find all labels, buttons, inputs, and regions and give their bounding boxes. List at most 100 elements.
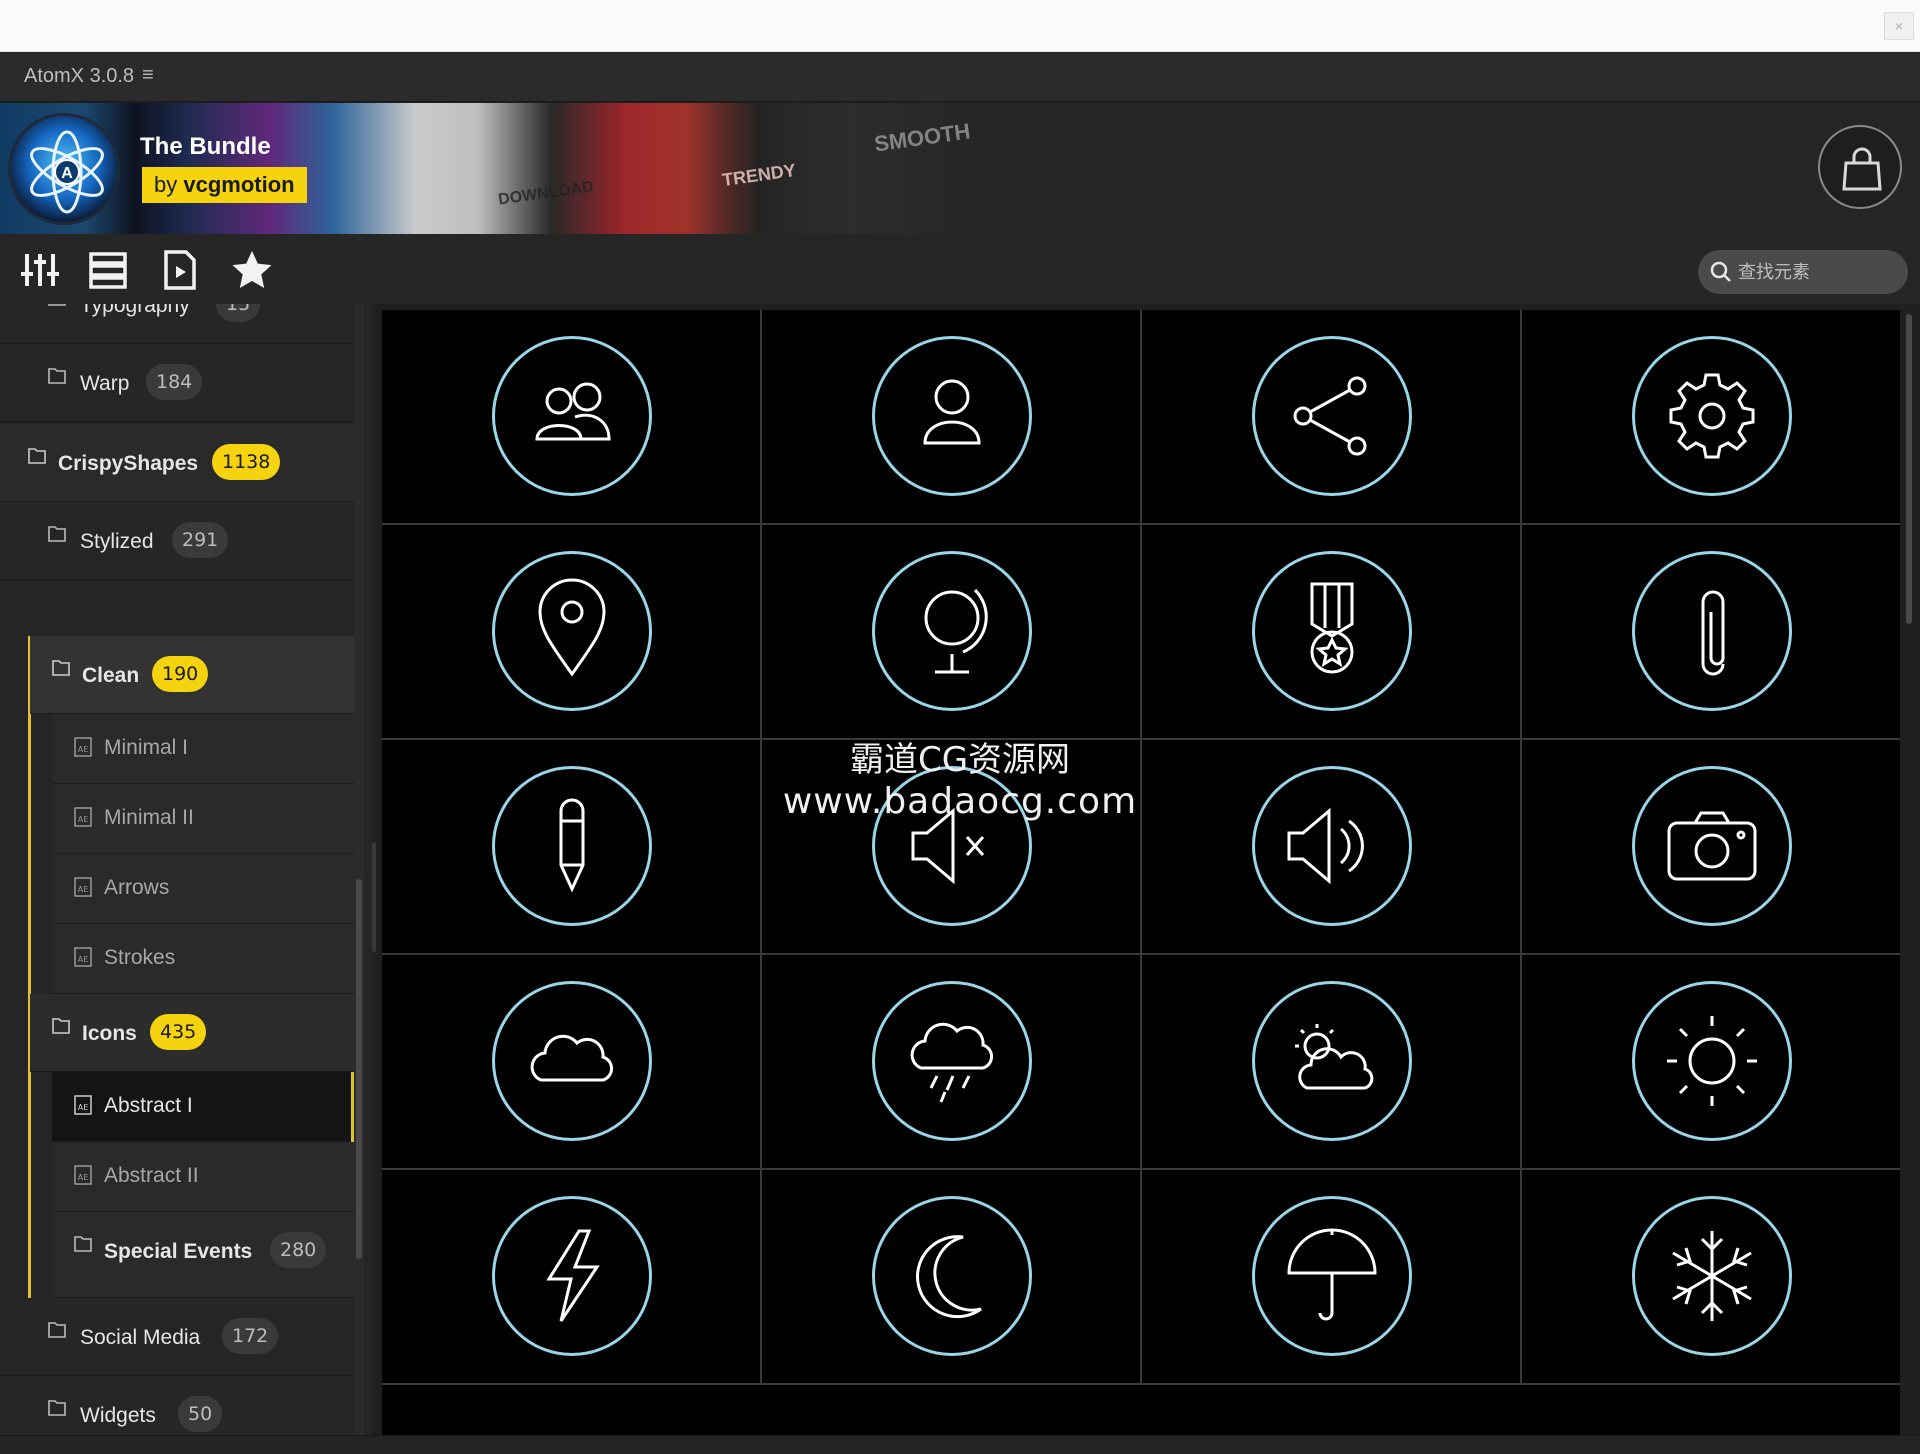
grid-item[interactable]	[382, 310, 762, 525]
sidebar-item-arrows[interactable]: AE Arrows	[52, 854, 354, 924]
gear-icon	[1669, 373, 1755, 459]
location-pin-icon	[538, 578, 606, 677]
sidebar-item-stylized[interactable]: Stylized 291	[0, 502, 354, 580]
search-icon	[1710, 261, 1731, 282]
sidebar-item-warp[interactable]: Warp 184	[0, 344, 354, 422]
scrollbar-thumb[interactable]	[1906, 314, 1912, 624]
sidebar-item-label: Social Media	[80, 1326, 201, 1349]
grid-item[interactable]	[1522, 310, 1900, 525]
video-file-icon	[164, 250, 196, 290]
svg-text:A: A	[61, 165, 73, 182]
grid-item[interactable]	[382, 740, 762, 955]
sliders-icon	[21, 254, 59, 286]
grid-item[interactable]	[382, 525, 762, 740]
medal-icon	[1310, 582, 1354, 674]
icon-grid	[382, 310, 1900, 1435]
bundle-title: The Bundle	[140, 133, 271, 160]
rain-icon	[910, 1022, 993, 1103]
volume-icon	[1287, 807, 1364, 885]
grid-item[interactable]	[1522, 525, 1900, 740]
list-icon	[89, 252, 127, 289]
sidebar-item-label: Clean	[82, 664, 140, 687]
os-title-strip: ×	[0, 0, 1920, 52]
folder-icon	[48, 1322, 66, 1338]
sidebar-item-minimal-ii[interactable]: AE Minimal II	[52, 784, 354, 854]
lightning-icon	[546, 1229, 600, 1322]
grid-item[interactable]	[762, 1170, 1142, 1385]
grid-item[interactable]	[1522, 1170, 1900, 1385]
grid-item[interactable]	[1522, 955, 1900, 1170]
search-box[interactable]	[1698, 250, 1908, 294]
grid-scrollbar[interactable]	[1902, 310, 1916, 1435]
title-bar: AtomX 3.0.8 ≡	[0, 52, 1920, 102]
sidebar-item-label: Minimal I	[104, 736, 189, 759]
sidebar-item-label: Abstract II	[104, 1164, 199, 1187]
count-badge: 291	[172, 522, 229, 558]
grid-item[interactable]	[1522, 740, 1900, 955]
sidebar-item-label: Minimal II	[104, 806, 194, 829]
atom-logo-icon: A	[30, 130, 104, 214]
list-view-button[interactable]	[86, 248, 130, 292]
share-icon	[1293, 376, 1367, 456]
search-input[interactable]	[1738, 250, 1898, 294]
sidebar-item-minimal-i[interactable]: AE Minimal I	[52, 714, 354, 784]
sidebar-item-crispyshapes[interactable]: CrispyShapes 1138	[0, 424, 354, 502]
sidebar-item-label: CrispyShapes	[58, 452, 199, 475]
globe-icon	[924, 588, 988, 674]
sidebar-item-label: Abstract I	[104, 1094, 193, 1117]
sun-icon	[1667, 1016, 1757, 1106]
count-badge: 1138	[212, 444, 281, 480]
paperclip-icon	[1701, 590, 1725, 676]
folder-icon	[48, 1400, 66, 1416]
favorites-button[interactable]	[230, 248, 274, 292]
scrollbar-thumb[interactable]	[356, 879, 362, 1259]
sidebar-item-abstract-i[interactable]: AE Abstract I	[52, 1072, 354, 1142]
atomx-logo: A	[8, 113, 120, 225]
status-bar	[0, 1435, 1920, 1454]
sidebar-item-typography[interactable]: Typography 15	[0, 304, 354, 344]
cloud-icon	[530, 1034, 613, 1082]
count-badge: 50	[178, 1396, 223, 1432]
ae-file-icon: AE	[74, 947, 92, 967]
grid-item[interactable]	[762, 955, 1142, 1170]
sidebar-scrollbar[interactable]	[354, 304, 364, 1435]
sidebar-item-label: Warp	[80, 372, 130, 395]
media-files-button[interactable]	[158, 248, 202, 292]
app-title: AtomX 3.0.8	[24, 65, 135, 87]
sidebar-item-clean[interactable]: Clean 190	[30, 636, 354, 714]
by-prefix: by	[154, 172, 178, 197]
users-icon	[535, 382, 611, 441]
sidebar-item-widgets[interactable]: Widgets 50	[0, 1376, 354, 1435]
grid-item[interactable]	[762, 310, 1142, 525]
filters-button[interactable]	[18, 248, 62, 292]
hamburger-menu-icon[interactable]: ≡	[142, 64, 154, 87]
grid-item[interactable]	[382, 1170, 762, 1385]
svg-text:AE: AE	[78, 1103, 89, 1112]
sidebar-item-special-events[interactable]: Special Events 280	[52, 1212, 354, 1298]
window-close-button[interactable]: ×	[1884, 12, 1914, 40]
snowflake-icon	[1672, 1231, 1752, 1321]
sidebar-item-label: Icons	[82, 1022, 137, 1045]
svg-text:AE: AE	[78, 815, 89, 824]
grid-item[interactable]	[1142, 1170, 1522, 1385]
watermark-line: 霸道CG资源网	[849, 740, 1071, 780]
grid-item[interactable]	[382, 955, 762, 1170]
grid-item[interactable]	[1142, 525, 1522, 740]
bundle-banner[interactable]: DOWNLOAD TRENDY SMOOTH A The Bundle by v…	[0, 103, 1920, 234]
grid-item[interactable]	[1142, 310, 1522, 525]
sidebar-item-social-media[interactable]: Social Media 172	[0, 1298, 354, 1376]
count-badge: 435	[150, 1014, 207, 1050]
sidebar-item-label: Widgets	[80, 1404, 156, 1427]
sidebar-item-abstract-ii[interactable]: AE Abstract II	[52, 1142, 354, 1212]
camera-icon	[1667, 811, 1757, 881]
sidebar-item-strokes[interactable]: AE Strokes	[52, 924, 354, 994]
panel-splitter-handle[interactable]	[372, 842, 376, 952]
grid-item[interactable]	[1142, 955, 1522, 1170]
grid-item[interactable]	[1142, 740, 1522, 955]
ae-file-icon: AE	[74, 1165, 92, 1185]
sidebar-item-icons[interactable]: Icons 435	[30, 994, 354, 1072]
ae-file-icon: AE	[74, 1095, 92, 1115]
folder-icon	[48, 304, 66, 306]
shop-bag-button[interactable]	[1818, 125, 1902, 209]
grid-item[interactable]	[762, 525, 1142, 740]
